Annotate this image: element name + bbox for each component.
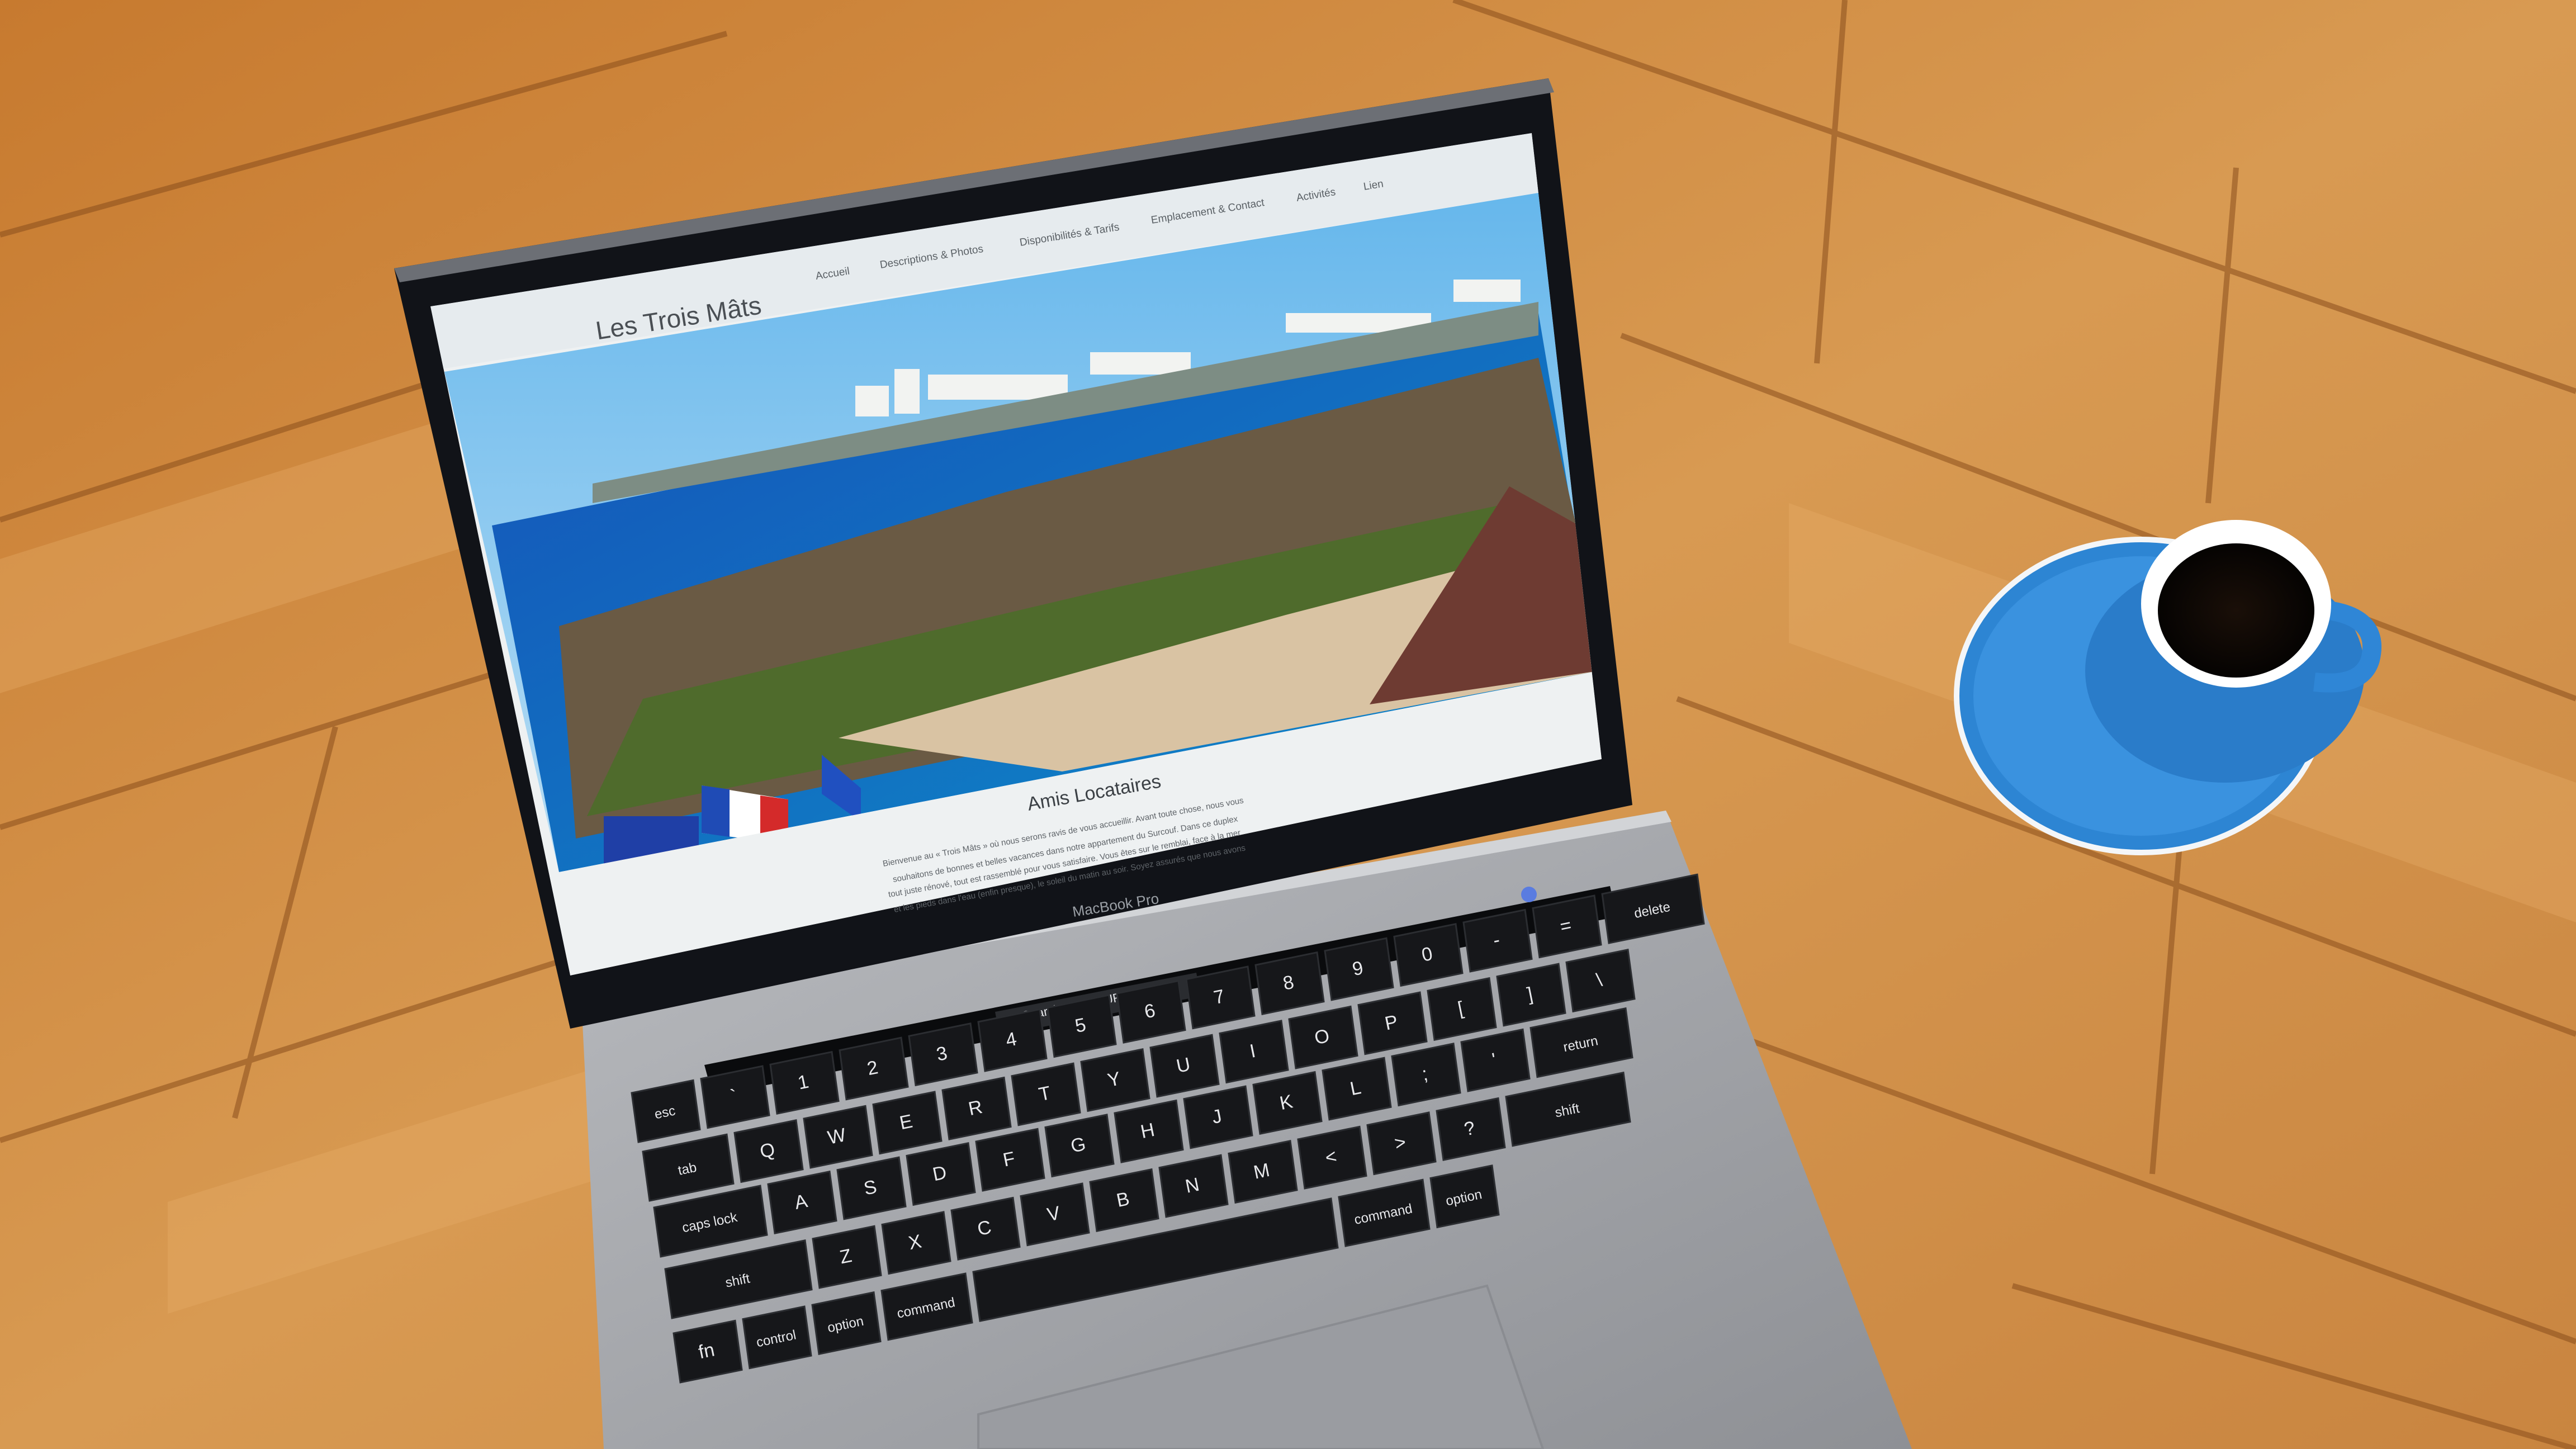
- photo-scene: Les Trois Mâts Accueil Descriptions & Ph…: [0, 0, 2576, 1449]
- siri-icon[interactable]: [1521, 887, 1537, 902]
